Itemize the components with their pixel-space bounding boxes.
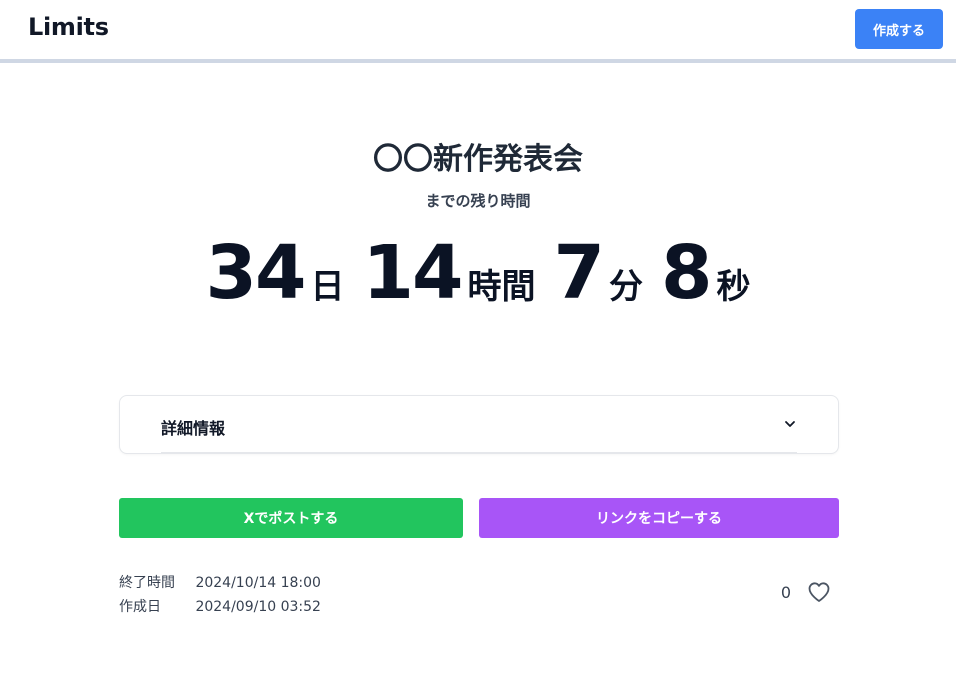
event-subtitle: までの残り時間 <box>425 192 531 210</box>
chevron-down-icon[interactable] <box>782 416 798 432</box>
copy-link-button[interactable]: リンクをコピーする <box>479 498 839 538</box>
header-divider <box>0 59 956 63</box>
countdown-hours-unit: 時間 <box>467 267 536 307</box>
like-count: 0 <box>780 583 792 602</box>
created-date-value: 2024/09/10 03:52 <box>195 599 321 615</box>
countdown-minutes-unit: 分 <box>608 267 643 307</box>
countdown-display: 34 日 14 時間 7 分 8 秒 <box>0 236 956 326</box>
countdown-days: 34 <box>205 230 307 316</box>
countdown-seconds-unit: 秒 <box>716 267 751 307</box>
end-time-label: 終了時間 <box>119 575 175 591</box>
created-date-label: 作成日 <box>119 599 161 615</box>
brand-logo[interactable]: Limits <box>28 13 109 41</box>
details-label: 詳細情報 <box>161 419 226 438</box>
event-title: 〇〇新作発表会 <box>373 142 583 177</box>
created-date-row: 作成日 2024/09/10 03:52 <box>119 596 321 616</box>
details-divider <box>161 452 797 453</box>
countdown-seconds: 8 <box>660 230 712 316</box>
countdown-hours: 14 <box>362 230 464 316</box>
create-button[interactable]: 作成する <box>855 9 943 49</box>
end-time-row: 終了時間 2024/10/14 18:00 <box>119 572 321 592</box>
end-time-value: 2024/10/14 18:00 <box>195 575 321 591</box>
details-accordion[interactable]: 詳細情報 <box>119 395 839 454</box>
countdown-minutes: 7 <box>553 230 604 316</box>
post-to-x-button[interactable]: Xでポストする <box>119 498 463 538</box>
heart-icon[interactable] <box>807 581 831 603</box>
app-header: Limits 作成する <box>0 0 956 59</box>
countdown-days-unit: 日 <box>310 267 345 307</box>
